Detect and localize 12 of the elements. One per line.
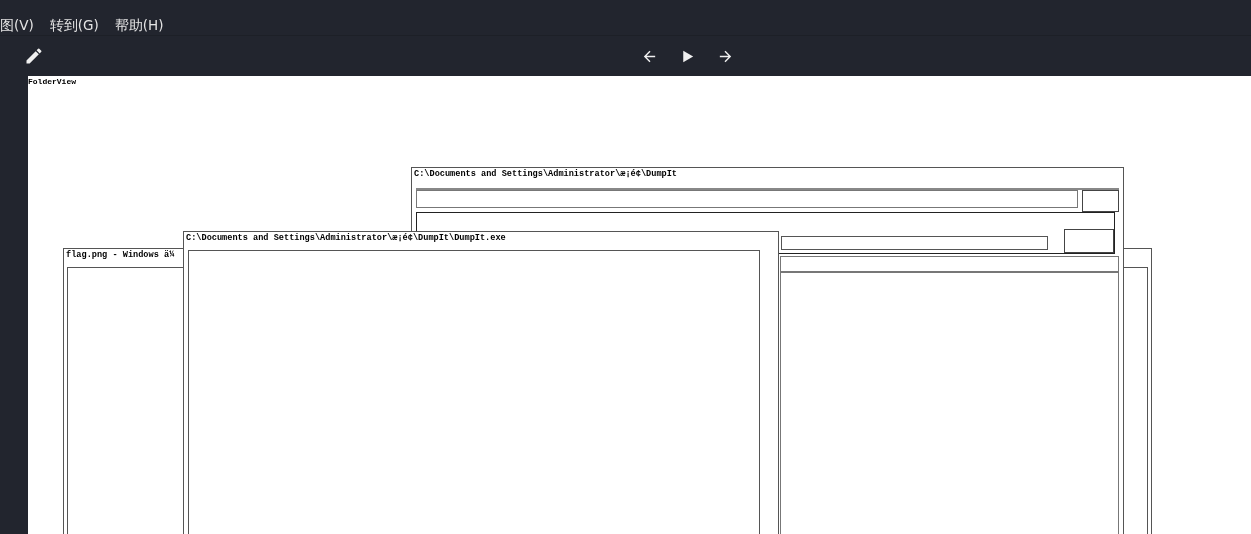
canvas-label: FolderView bbox=[28, 77, 76, 86]
window-title: C:\Documents and Settings\Administrator\æ¡é¢\DumpIt bbox=[413, 168, 678, 180]
blank-button[interactable] bbox=[1082, 190, 1119, 212]
menu-item[interactable]: 帮助(H) bbox=[114, 15, 164, 35]
blank-button[interactable] bbox=[1064, 229, 1114, 253]
window-title: C:\Documents and Settings\Administrator\æ¡é¢\DumpIt\DumpIt.exe bbox=[185, 232, 507, 244]
window-title: flag.png - Windows ä¼ bbox=[65, 249, 176, 261]
text-field[interactable] bbox=[781, 236, 1048, 250]
menu-item[interactable]: 转到(G) bbox=[49, 15, 99, 35]
text-field[interactable] bbox=[416, 190, 1078, 208]
pencil-icon[interactable] bbox=[24, 46, 44, 66]
menu-item[interactable]: 图(V) bbox=[0, 15, 34, 35]
